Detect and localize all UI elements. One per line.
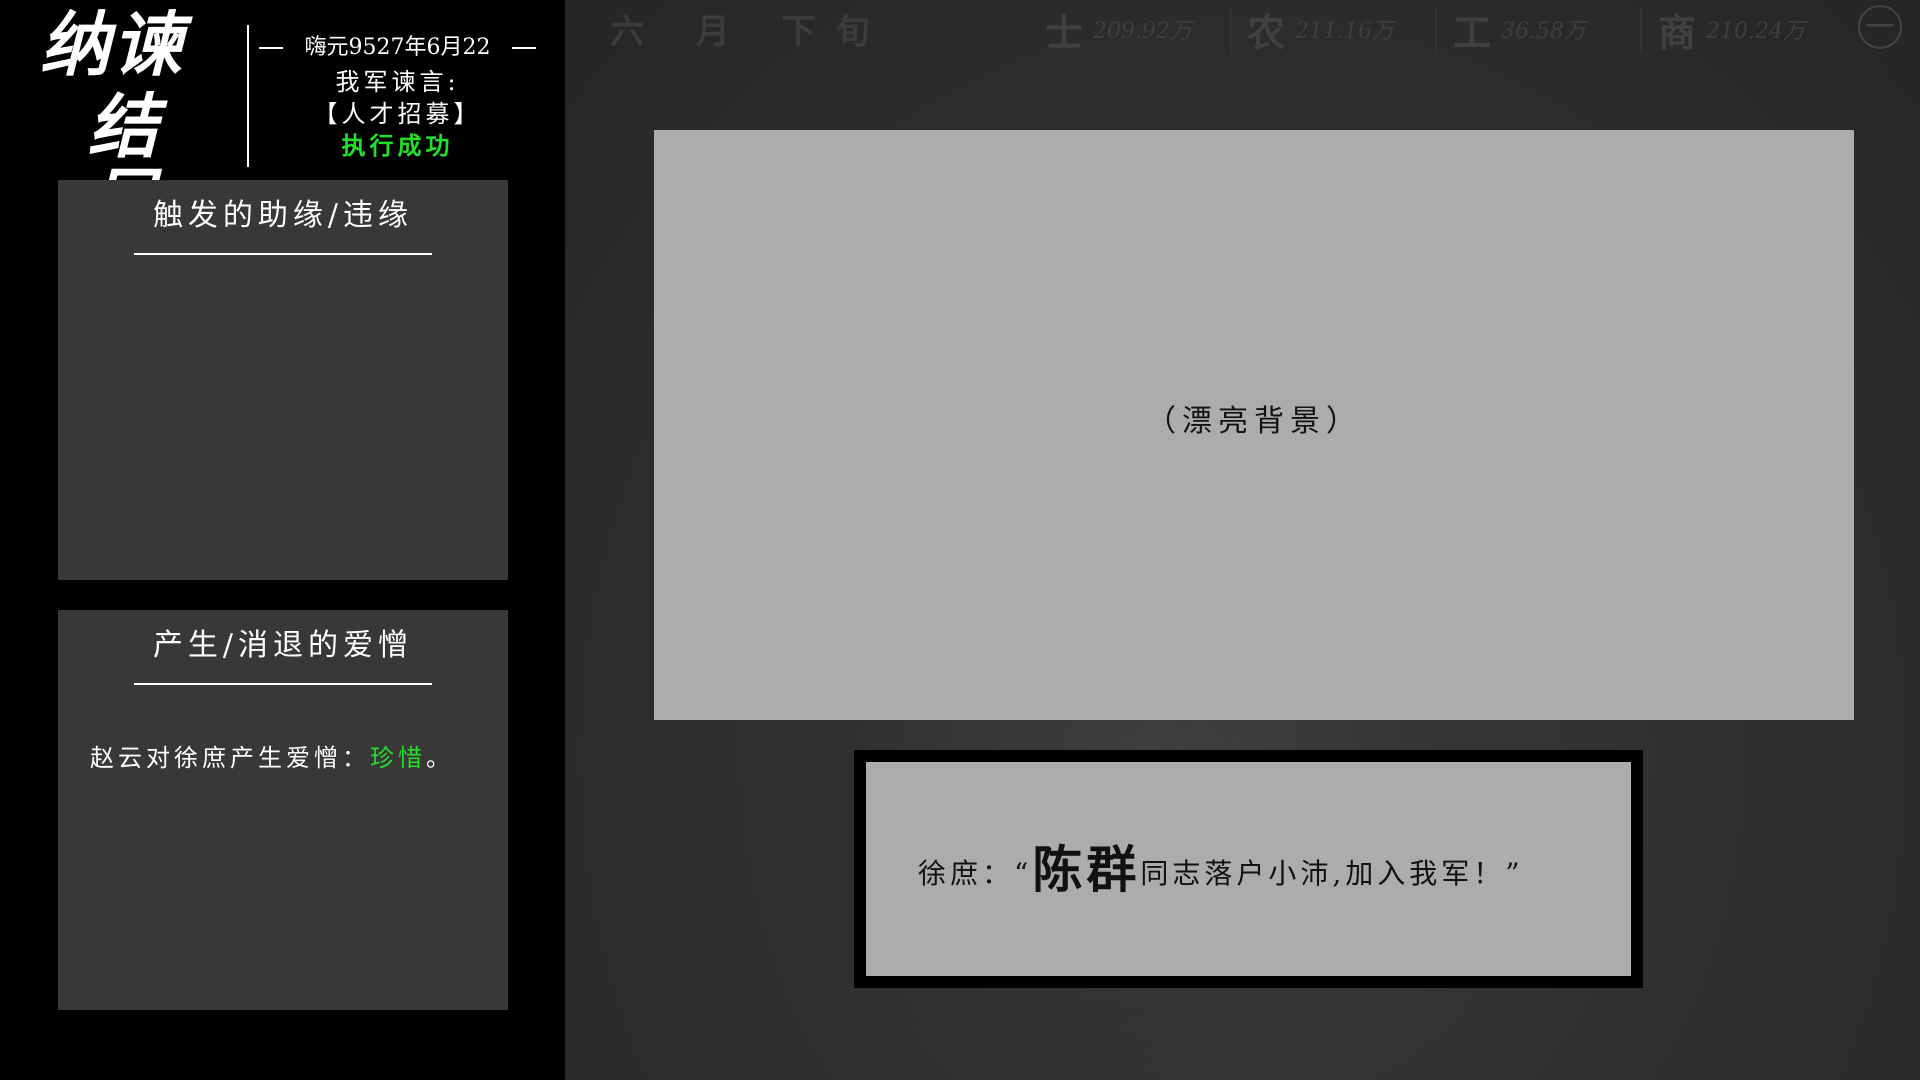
advice-summary: 嗨元9527年6月22 我军谏言: 【人才招募】 执行成功 [255, 30, 540, 162]
scholars-icon: 士 [1045, 9, 1084, 55]
stat-divider [1640, 8, 1642, 54]
ending-sidebar: 纳谏 结局 嗨元9527年6月22 我军谏言: 【人才招募】 执行成功 触发的助… [0, 0, 565, 1080]
stat-merchants: 商 210.24万 [1658, 4, 1853, 55]
title-divider [247, 25, 249, 167]
relations-card-title: 触发的助缘/违缘 [152, 198, 414, 233]
ending-title: 纳谏 结局 [40, 3, 230, 238]
game-screen: 纳谏 结局 嗨元9527年6月22 我军谏言: 【人才招募】 执行成功 触发的助… [0, 0, 1920, 1080]
dialog-frame[interactable]: 徐庶：“陈群同志落户小沛,加入我军！” [854, 750, 1643, 988]
merchants-value: 210.24万 [1706, 19, 1805, 44]
dialog-box[interactable]: 徐庶：“陈群同志落户小沛,加入我军！” [866, 762, 1631, 976]
stat-artisans: 工 36.58万 [1453, 4, 1648, 55]
relations-card: 触发的助缘/违缘 [58, 180, 508, 580]
dialog-message: 同志落户小沛,加入我军！ [1140, 857, 1506, 890]
artisans-icon: 工 [1453, 9, 1492, 55]
date-dash-left [259, 47, 283, 49]
dialog-close-quote: ” [1505, 857, 1524, 890]
farmers-value: 211.16万 [1295, 19, 1394, 44]
stat-divider [1435, 8, 1437, 54]
farmers-icon: 农 [1247, 9, 1286, 55]
menu-button[interactable]: 一 [1858, 5, 1902, 49]
advice-name: 【人才招募】 [313, 100, 482, 128]
scene-label: （漂亮背景） [1146, 404, 1362, 439]
emotion-text-prefix: 赵云对徐庶产生爱憎： [90, 744, 370, 772]
relations-card-underline [134, 253, 432, 255]
stat-scholars: 士 209.92万 [1045, 4, 1240, 55]
dialog-open-quote: “ [1014, 857, 1033, 890]
period-label: 六 月 下旬 [610, 12, 890, 52]
stat-divider [1230, 8, 1232, 54]
game-date: 嗨元9527年6月22 [304, 35, 491, 60]
emotions-card-body: 赵云对徐庶产生爱憎：珍惜。 [90, 740, 490, 776]
scholars-value: 209.92万 [1093, 19, 1192, 44]
emotions-card-underline [134, 683, 432, 685]
emotion-text-suffix: 。 [426, 744, 454, 772]
emotions-card-title: 产生/消退的爱憎 [152, 628, 414, 663]
date-dash-right [512, 47, 536, 49]
advice-label: 我军谏言: [335, 68, 460, 96]
dialog-emphasis-name: 陈群 [1032, 840, 1141, 899]
dialog-speaker: 徐庶： [918, 857, 1015, 890]
emotion-type: 珍惜 [370, 744, 426, 772]
advice-result: 执行成功 [341, 131, 454, 160]
scene-background-placeholder: （漂亮背景） [654, 130, 1854, 720]
dialog-text: 徐庶：“陈群同志落户小沛,加入我军！” [918, 842, 1618, 902]
stat-farmers: 农 211.16万 [1247, 4, 1442, 55]
artisans-value: 36.58万 [1501, 19, 1586, 44]
top-status-bar: 六 月 下旬 士 209.92万 农 211.16万 工 36.58万 商 21… [565, 0, 1920, 60]
emotions-card: 产生/消退的爱憎 赵云对徐庶产生爱憎：珍惜。 [58, 610, 508, 1010]
main-scene-area: 六 月 下旬 士 209.92万 农 211.16万 工 36.58万 商 21… [565, 0, 1920, 1080]
ending-title-line1: 纳谏 [40, 3, 184, 86]
date-row: 嗨元9527年6月22 [255, 30, 540, 66]
merchants-icon: 商 [1658, 9, 1697, 55]
